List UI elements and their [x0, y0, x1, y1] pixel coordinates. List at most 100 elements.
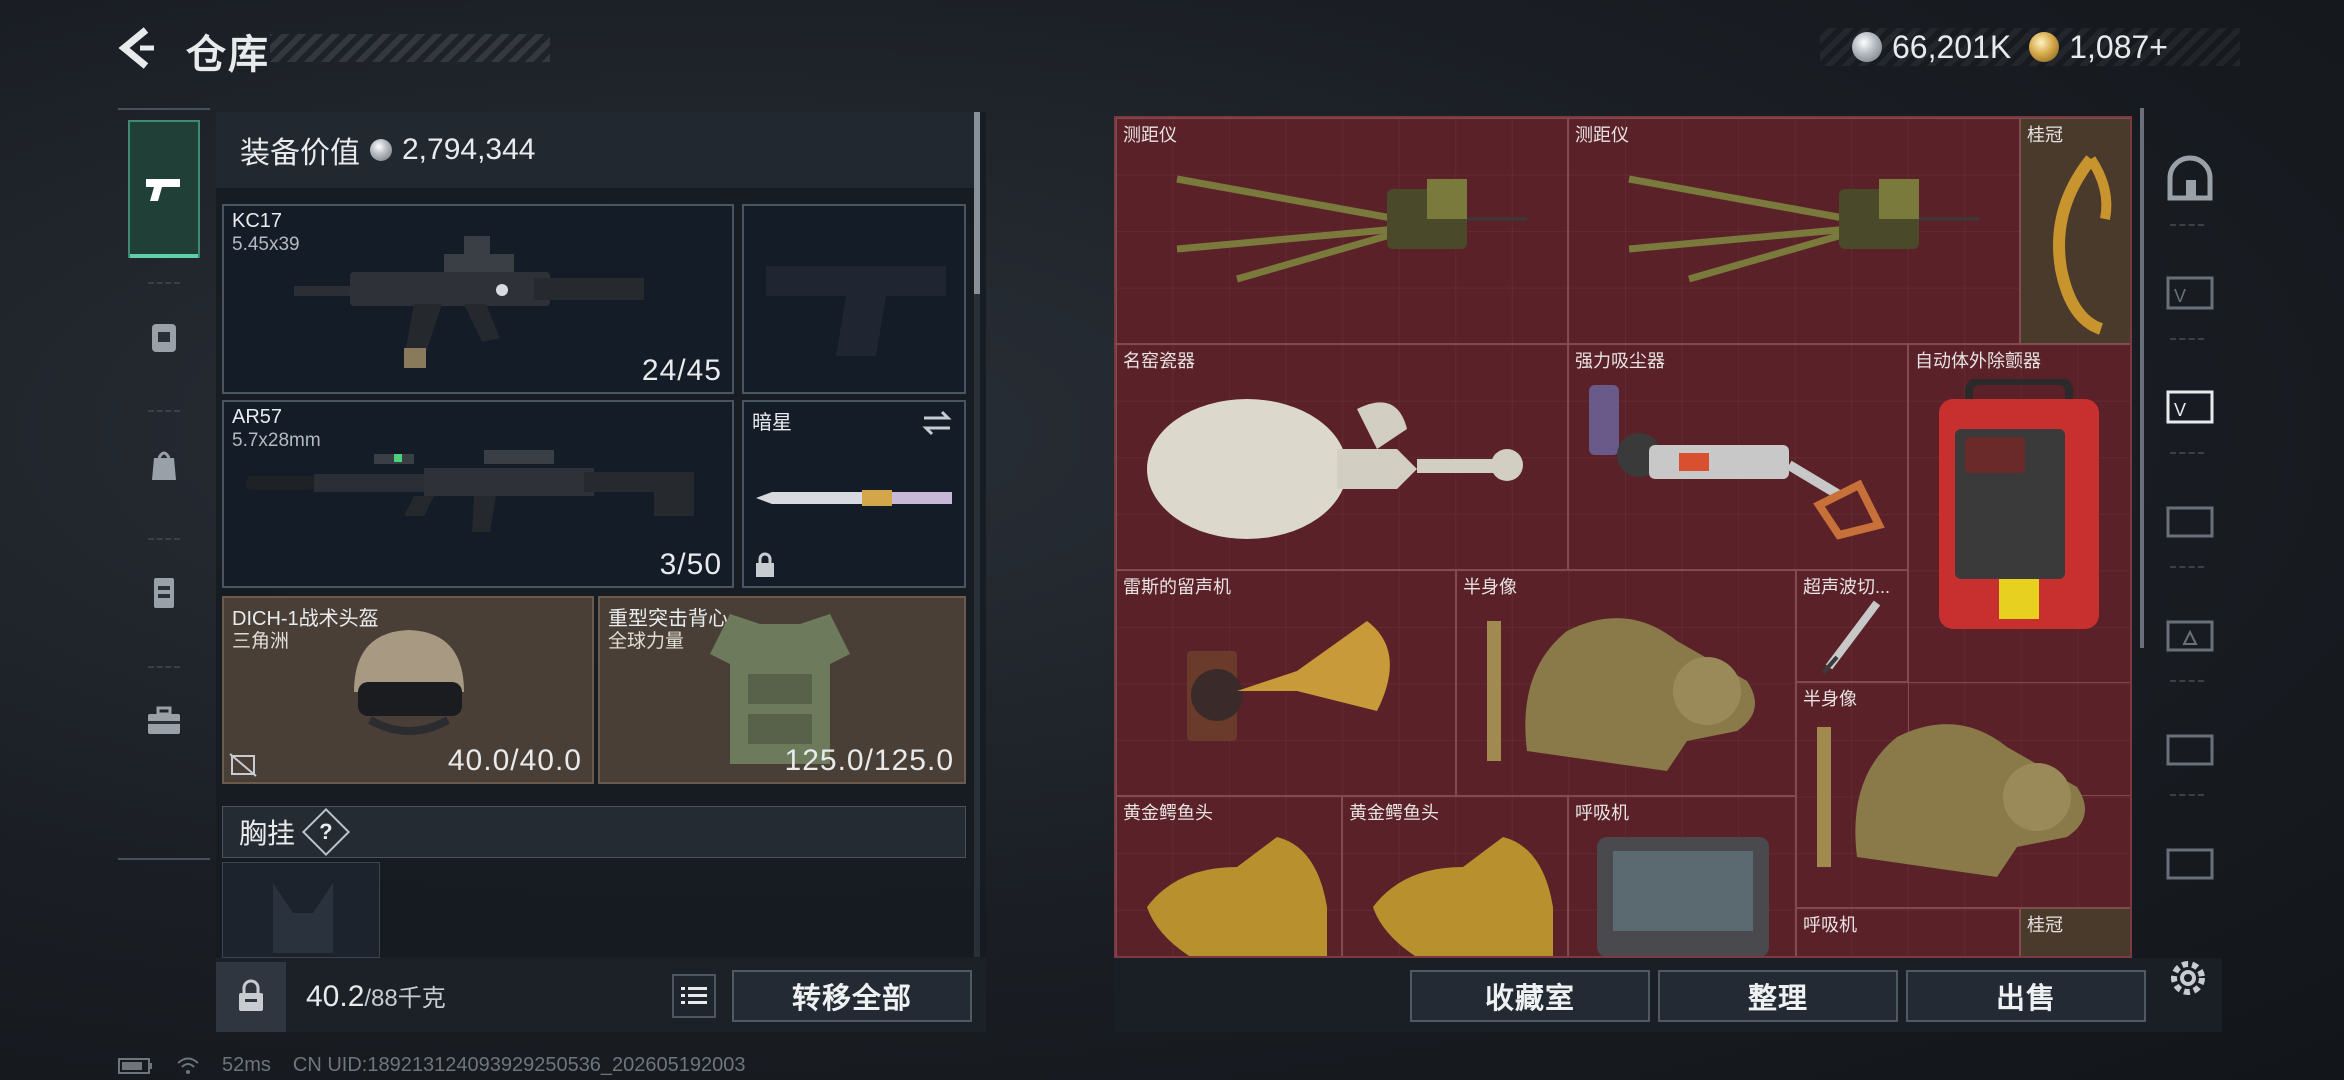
stash-item[interactable]: 强力吸尘器 [1568, 344, 1908, 570]
storage-box-icon [2166, 734, 2214, 766]
backpack-icon [152, 324, 176, 352]
gear-icon [2171, 961, 2205, 995]
weapon-ammo: 24/45 [641, 354, 722, 387]
weapon-name: AR57 [232, 406, 283, 428]
capacity-lock-button[interactable] [216, 962, 286, 1032]
sidearm-slot[interactable] [742, 204, 966, 394]
armor-slot[interactable]: 重型突击背心 全球力量 125.0/125.0 [598, 596, 966, 784]
equipment-value-label: 装备价值 [240, 137, 360, 170]
rifle-icon [294, 236, 644, 368]
stash-item[interactable]: 桂冠 [2020, 908, 2130, 956]
scrollbar-thumb[interactable] [974, 112, 980, 294]
wifi-icon [177, 1057, 199, 1074]
stash-item[interactable]: 黄金鳄鱼头 [1342, 796, 1568, 956]
knife-icon [756, 490, 952, 506]
golden-crocodile-head-icon [1147, 837, 1327, 956]
sell-button[interactable]: 出售 [1906, 970, 2146, 1022]
ping: 52ms [222, 1054, 271, 1076]
stash-item[interactable]: 半身像 [1796, 682, 2130, 908]
silver-amount: 66,201K [1892, 28, 2012, 65]
lock-icon [756, 552, 774, 577]
currency-bar: 66,201K 1,087+ [1820, 28, 2240, 66]
chest-rig-silhouette-icon [273, 883, 333, 953]
nav-gear[interactable] [128, 300, 200, 372]
svg-text:V: V [2174, 286, 2186, 306]
stash-tab-5[interactable] [2160, 718, 2220, 778]
secondary-weapon-slot[interactable]: AR57 5.7x28mm 3/50 [222, 400, 734, 588]
item-label: 呼吸机 [1575, 803, 1629, 823]
stash-item[interactable]: 呼吸机 [1796, 908, 2020, 956]
helmet-durability: 40.0/40.0 [447, 744, 582, 777]
svg-text:V: V [2174, 400, 2186, 420]
chest-rig-label: 胸挂 [239, 818, 296, 849]
silver-coin-icon [1852, 32, 1882, 62]
rifle-icon [246, 450, 694, 532]
stash-item[interactable]: 测距仪 [1116, 118, 1568, 344]
primary-weapon-slot[interactable]: KC17 5.45x39 24/45 [222, 204, 734, 394]
transfer-all-button[interactable]: 转移全部 [732, 970, 972, 1022]
vault-icon [2167, 155, 2213, 201]
stash-grid[interactable]: 测距仪 测距仪 桂冠 名窑瓷器 强力吸尘器 自动体外除颤器 雷斯的留声机 半身像… [1114, 116, 2132, 958]
back-arrow-icon [118, 27, 154, 69]
weight-icon [239, 979, 263, 1011]
battery-icon [118, 1057, 152, 1074]
page-title: 仓库 [186, 33, 270, 77]
nav-bag[interactable] [128, 428, 200, 500]
chest-rig-slot[interactable] [222, 862, 380, 958]
settings-button[interactable] [2160, 950, 2216, 1006]
silver-currency[interactable]: 66,201K [1852, 29, 2011, 66]
armor-faction: 全球力量 [608, 631, 685, 652]
stash-item[interactable]: 雷斯的留声机 [1116, 570, 1456, 796]
help-icon[interactable]: ? [301, 807, 351, 857]
gold-coin-icon [2029, 32, 2060, 62]
armor-durability: 125.0/125.0 [784, 744, 954, 777]
gold-amount: 1,087+ [2069, 28, 2168, 65]
stash-tab-2[interactable]: V [2160, 376, 2220, 436]
stash-item[interactable]: 黄金鳄鱼头 [1116, 796, 1342, 956]
helmet-icon [354, 630, 464, 735]
stash-tab-6[interactable] [2160, 832, 2220, 892]
swap-icon[interactable] [920, 408, 954, 438]
pistol-silhouette-icon [766, 266, 946, 356]
item-label: 黄金鳄鱼头 [1123, 803, 1213, 823]
stash-item[interactable]: 呼吸机 [1568, 796, 1796, 956]
melee-name: 暗星 [752, 412, 792, 434]
melee-slot[interactable]: 暗星 [742, 400, 966, 588]
item-label: 测距仪 [1575, 125, 1629, 145]
stash-tab-1[interactable]: V [2160, 262, 2220, 322]
stash-item[interactable]: 超声波切... [1796, 570, 1908, 682]
stash-tab-main[interactable] [2160, 148, 2220, 208]
ultrasonic-cutter-icon [1821, 600, 1881, 675]
storage-box-icon: V [2166, 276, 2214, 310]
stash-item[interactable]: 半身像 [1456, 570, 1796, 796]
organize-button[interactable]: 整理 [1658, 970, 1898, 1022]
stash-tab-4[interactable] [2160, 604, 2220, 664]
gold-currency[interactable]: 1,087+ [2029, 29, 2168, 66]
title-decoration [270, 34, 550, 62]
list-view-button[interactable] [672, 974, 716, 1018]
porcelain-vase-icon [1147, 399, 1523, 539]
nav-toolbox[interactable] [128, 684, 200, 756]
nav-rig[interactable] [128, 556, 200, 628]
helmet-slot[interactable]: DICH-1战术头盔 三角洲 40.0/40.0 [222, 596, 594, 784]
stash-item[interactable]: 名窑瓷器 [1116, 344, 1568, 570]
vest-icon [154, 578, 174, 608]
vacuum-cleaner-icon [1589, 385, 1885, 540]
rangefinder-icon [1176, 175, 1527, 283]
helmet-faction: 三角洲 [232, 631, 290, 652]
storage-box-icon: V [2166, 390, 2214, 424]
collection-room-button[interactable]: 收藏室 [1410, 970, 1650, 1022]
stash-item[interactable]: 测距仪 [1568, 118, 2020, 344]
stash-item[interactable]: 桂冠 [2020, 118, 2130, 344]
stash-tab-3[interactable] [2160, 490, 2220, 550]
rangefinder-icon [1628, 175, 1979, 283]
back-button[interactable] [112, 22, 164, 74]
equipment-value: 2,794,344 [402, 133, 536, 166]
current-weight: 40.2 [306, 980, 365, 1013]
storage-box-icon [2166, 620, 2214, 652]
max-weight: /88千克 [364, 985, 446, 1012]
equipment-value-bar: 装备价值 2,794,344 [216, 112, 978, 188]
storage-box-icon [2166, 506, 2214, 538]
nav-weapons[interactable] [128, 120, 200, 258]
stash-tabs: V V [2140, 108, 2220, 1028]
